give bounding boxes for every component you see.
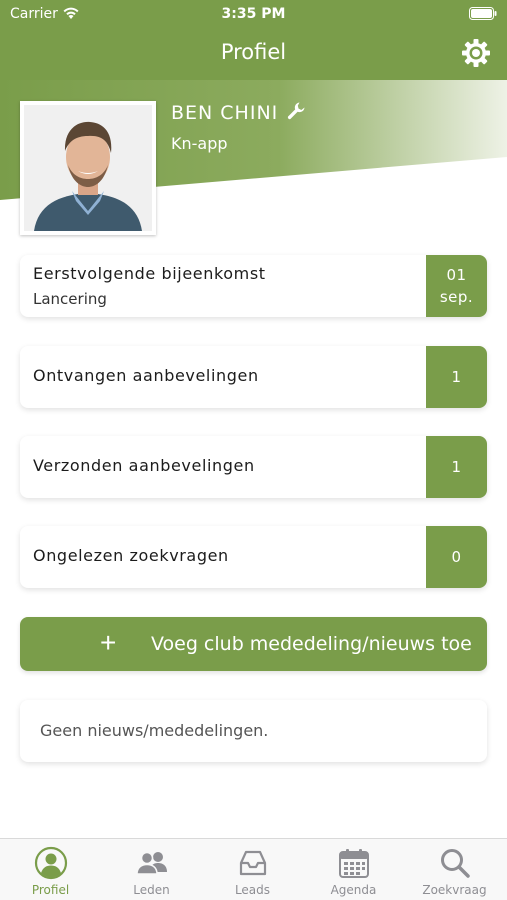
page-title: Profiel — [220, 40, 287, 64]
nav-bar: Profiel — [0, 28, 507, 80]
sent-recommendations-label: Verzonden aanbevelingen — [33, 456, 255, 475]
count-badge: 1 — [426, 346, 487, 408]
unread-queries-card[interactable]: Ongelezen zoekvragen 0 — [20, 526, 487, 588]
news-card: Geen nieuws/mededelingen. — [20, 700, 487, 762]
date-badge: 01 sep. — [426, 255, 487, 317]
next-meeting-title: Lancering — [33, 290, 107, 308]
tab-zoekvraag[interactable]: Zoekvraag — [404, 839, 505, 900]
news-empty-text: Geen nieuws/mededelingen. — [40, 721, 269, 740]
add-news-label: Voeg club mededeling/nieuws toe — [151, 633, 472, 655]
settings-gear-icon[interactable] — [461, 38, 491, 68]
count-badge: 1 — [426, 436, 487, 498]
status-bar: Carrier 3:35 PM — [0, 0, 507, 28]
calendar-icon — [339, 849, 369, 878]
date-month: sep. — [439, 288, 474, 306]
count-badge: 0 — [426, 526, 487, 588]
tab-label: Agenda — [330, 883, 377, 897]
received-recommendations-card[interactable]: Ontvangen aanbevelingen 1 — [20, 346, 487, 408]
avatar-photo — [24, 105, 152, 231]
tab-label: Leads — [234, 883, 271, 897]
unread-queries-label: Ongelezen zoekvragen — [33, 546, 229, 565]
tab-bar: Profiel Leden Leads Agenda Zoekvraag — [0, 838, 507, 900]
wrench-icon[interactable] — [286, 101, 306, 121]
battery-icon — [469, 7, 497, 20]
tab-leden[interactable]: Leden — [101, 839, 202, 900]
profile-icon — [34, 846, 68, 880]
next-meeting-label: Eerstvolgende bijeenkomst — [33, 264, 266, 283]
next-meeting-card[interactable]: Eerstvolgende bijeenkomst Lancering 01 s… — [20, 255, 487, 317]
members-icon — [136, 851, 167, 875]
user-name: BEN CHINI — [171, 102, 279, 124]
tab-label: Profiel — [31, 883, 70, 897]
tab-leads[interactable]: Leads — [202, 839, 303, 900]
tab-label: Zoekvraag — [422, 883, 487, 897]
user-company: Kn-app — [171, 134, 228, 153]
inbox-icon — [239, 850, 267, 876]
plus-icon: + — [100, 627, 117, 658]
sent-recommendations-card[interactable]: Verzonden aanbevelingen 1 — [20, 436, 487, 498]
tab-agenda[interactable]: Agenda — [303, 839, 404, 900]
tab-profiel[interactable]: Profiel — [0, 839, 101, 900]
date-day: 01 — [446, 266, 467, 284]
add-news-button[interactable]: + Voeg club mededeling/nieuws toe — [20, 617, 487, 671]
profile-avatar[interactable] — [20, 101, 156, 235]
clock: 3:35 PM — [221, 6, 286, 22]
received-recommendations-label: Ontvangen aanbevelingen — [33, 366, 259, 385]
search-icon — [441, 849, 470, 878]
tab-label: Leden — [133, 883, 170, 897]
